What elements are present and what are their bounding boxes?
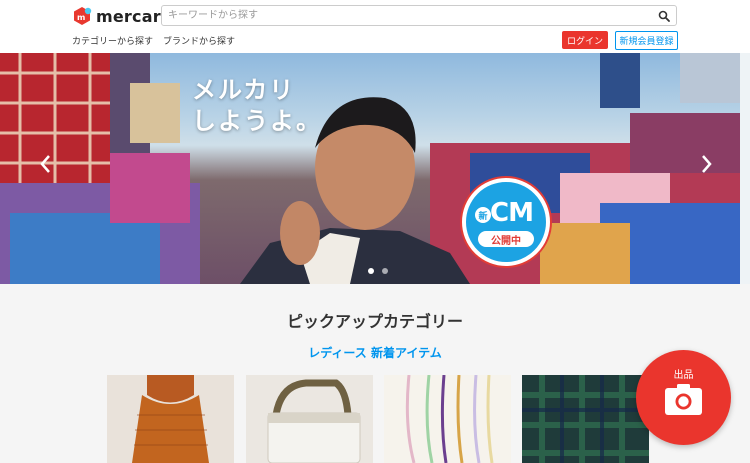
sell-button[interactable]: 出品 <box>636 350 731 445</box>
camera-icon <box>665 384 702 415</box>
item-thumbnail[interactable] <box>246 375 373 463</box>
cm-new-label: 新 <box>475 207 491 223</box>
carousel-dot[interactable] <box>368 268 374 274</box>
cm-sub-label: 公開中 <box>478 231 534 247</box>
item-image <box>384 375 511 463</box>
item-thumbnail[interactable] <box>522 375 649 463</box>
hero-side-strip <box>740 53 750 284</box>
item-thumbnail[interactable] <box>107 375 234 463</box>
search-input[interactable] <box>168 7 648 24</box>
carousel-dots <box>368 268 388 274</box>
cm-badge: 新 CM 公開中 <box>462 178 550 266</box>
register-button[interactable]: 新規会員登録 <box>615 31 678 50</box>
prev-slide-icon[interactable] <box>38 153 54 175</box>
item-image <box>246 375 373 463</box>
search-icon[interactable] <box>658 10 670 22</box>
hero-copy: メルカリ しようよ。 <box>192 76 322 135</box>
mercari-logo-icon: m <box>74 7 92 25</box>
section-title: ピックアップカテゴリー <box>286 312 463 331</box>
search-bar <box>161 5 677 26</box>
carousel-dot[interactable] <box>382 268 388 274</box>
site-header: m mercari カテゴリーから探す ブランドから探す ログイン 新規会員登録 <box>0 0 750 53</box>
subsection-title-link[interactable]: レディース 新着アイテム <box>0 344 750 361</box>
next-slide-icon[interactable] <box>698 153 714 175</box>
item-image <box>107 375 234 463</box>
sell-button-label: 出品 <box>673 370 694 381</box>
header-nav: カテゴリーから探す ブランドから探す <box>72 34 235 47</box>
item-thumbnail[interactable] <box>384 375 511 463</box>
login-button[interactable]: ログイン <box>562 31 608 49</box>
logo-text: mercari <box>96 6 167 26</box>
item-image <box>522 375 649 463</box>
nav-brand-link[interactable]: ブランドから探す <box>163 34 235 47</box>
cm-main-label: CM <box>490 198 534 228</box>
svg-text:m: m <box>77 13 85 22</box>
nav-category-link[interactable]: カテゴリーから探す <box>72 34 153 47</box>
hero-banner[interactable]: メルカリ しようよ。 新 CM 公開中 <box>0 53 740 284</box>
hero-image <box>0 53 740 284</box>
mercari-logo[interactable]: m mercari <box>72 6 166 26</box>
